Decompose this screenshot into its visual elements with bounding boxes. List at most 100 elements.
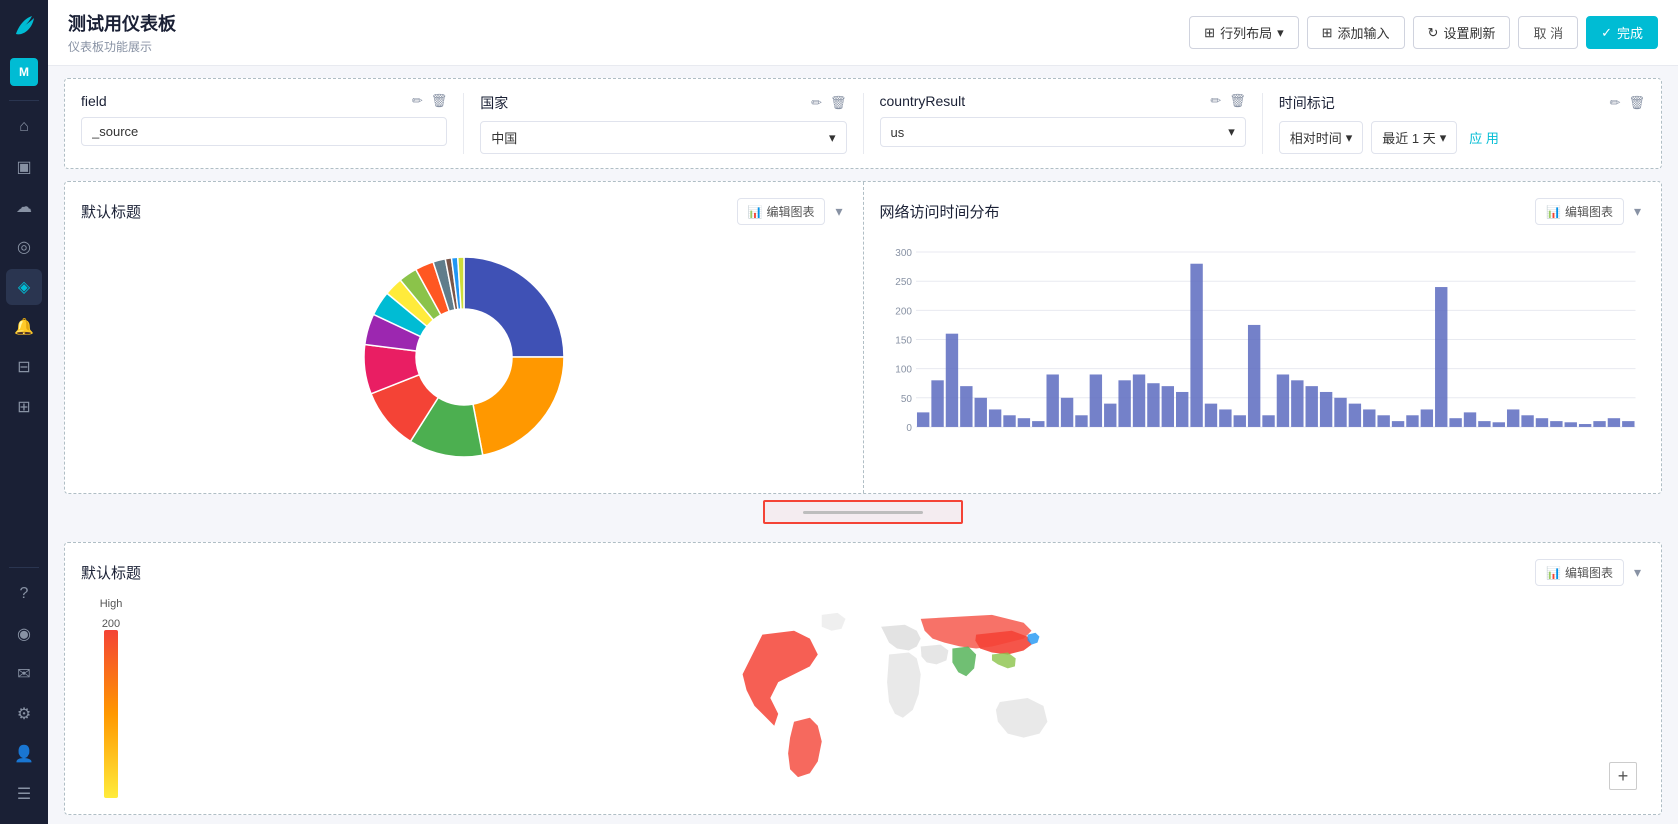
filter-field-label: field — [81, 93, 107, 109]
filter-countryresult-header: countryResult ✏ 🗑 — [880, 93, 1246, 109]
page-title: 测试用仪表板 — [68, 10, 176, 36]
filter-countryresult-value: us — [891, 125, 905, 140]
svg-text:50: 50 — [900, 394, 912, 405]
database-icon[interactable]: ⊟ — [6, 349, 42, 385]
add-input-button[interactable]: ⊞ 添加输入 — [1307, 16, 1405, 49]
settings-icon[interactable]: ⚙ — [6, 696, 42, 732]
svg-text:100: 100 — [895, 365, 912, 376]
relative-time-select[interactable]: 相对时间 ▾ — [1279, 121, 1364, 154]
search-icon[interactable]: ◎ — [6, 229, 42, 265]
set-refresh-button[interactable]: ↻ 设置刷新 — [1413, 16, 1511, 49]
chart-panel-donut: 默认标题 📊 编辑图表 ▾ — [65, 182, 863, 493]
edit-donut-chart-button[interactable]: 📊 编辑图表 — [737, 198, 826, 225]
svg-text:250: 250 — [895, 277, 912, 288]
bell-icon[interactable]: 🔔 — [6, 309, 42, 345]
person-icon[interactable]: 👤 — [6, 736, 42, 772]
map-chart: High 200 — [81, 598, 1645, 798]
donut-chart-svg — [354, 247, 574, 467]
resize-handle[interactable] — [763, 500, 963, 524]
filter-countryresult-edit-icon[interactable]: ✏ — [1210, 93, 1221, 109]
chart-bar-title: 网络访问时间分布 — [880, 201, 1000, 222]
time-filter-controls: 相对时间 ▾ 最近 1 天 ▾ 应 用 — [1279, 121, 1645, 154]
chart-donut-actions: 📊 编辑图表 ▾ — [737, 198, 847, 225]
user-avatar[interactable]: M — [10, 58, 38, 86]
edit-map-chart-button[interactable]: 📊 编辑图表 — [1535, 559, 1624, 586]
bar-chart-dropdown-icon[interactable]: ▾ — [1630, 199, 1645, 224]
filter-country-chevron-icon: ▾ — [829, 130, 836, 146]
filter-field-header: field ✏ 🗑 — [81, 93, 447, 109]
chart-map-title: 默认标题 — [81, 562, 141, 583]
layout-chevron-icon — [1277, 25, 1284, 41]
legend-high-label: High — [100, 598, 123, 610]
filter-country-edit-icon[interactable]: ✏ — [811, 95, 822, 111]
svg-text:150: 150 — [895, 336, 912, 347]
charts-row-1: 默认标题 📊 编辑图表 ▾ — [64, 181, 1662, 494]
filter-time-label: 时间标记 — [1279, 93, 1335, 113]
chat-icon[interactable]: ✉ — [6, 656, 42, 692]
header-left: 测试用仪表板 仪表板功能展示 — [68, 10, 176, 55]
divider-2 — [863, 93, 864, 154]
bulb-icon[interactable]: ◉ — [6, 616, 42, 652]
bar-chart-svg: 050100150200250300 — [880, 237, 1646, 457]
time-range-select[interactable]: 最近 1 天 ▾ — [1371, 121, 1457, 154]
add-input-icon: ⊞ — [1322, 25, 1333, 41]
content-area: field ✏ 🗑 国家 ✏ 🗑 — [48, 66, 1678, 824]
filter-countryresult: countryResult ✏ 🗑 us ▾ — [880, 93, 1246, 154]
filter-country-actions: ✏ 🗑 — [811, 95, 846, 111]
legend-value: 200 — [102, 618, 120, 630]
filter-countryresult-delete-icon[interactable]: 🗑 — [1229, 93, 1246, 109]
layout-button[interactable]: ⊞ 行列布局 — [1189, 16, 1298, 49]
filter-time-delete-icon[interactable]: 🗑 — [1628, 95, 1645, 111]
relative-time-chevron-icon: ▾ — [1346, 130, 1353, 146]
svg-text:0: 0 — [906, 423, 912, 434]
filter-field: field ✏ 🗑 — [81, 93, 447, 154]
edit-donut-chart-icon: 📊 — [748, 205, 763, 219]
donut-chart — [81, 237, 847, 477]
filter-country-header: 国家 ✏ 🗑 — [480, 93, 846, 113]
map-chart-dropdown-icon[interactable]: ▾ — [1630, 560, 1645, 585]
donut-chart-dropdown-icon[interactable]: ▾ — [831, 199, 846, 224]
map-legend: High 200 — [81, 598, 141, 798]
filter-field-actions: ✏ 🗑 — [412, 93, 447, 109]
page-subtitle: 仪表板功能展示 — [68, 38, 176, 55]
chart-map-actions: 📊 编辑图表 ▾ — [1535, 559, 1645, 586]
analytics-icon[interactable]: ◈ — [6, 269, 42, 305]
filter-countryresult-chevron-icon: ▾ — [1228, 124, 1235, 140]
filter-time-edit-icon[interactable]: ✏ — [1610, 95, 1621, 111]
filter-country-select[interactable]: 中国 ▾ — [480, 121, 846, 154]
svg-text:200: 200 — [895, 306, 912, 317]
layers-icon[interactable]: ⊞ — [6, 389, 42, 425]
filter-time: 时间标记 ✏ 🗑 相对时间 ▾ 最近 1 天 ▾ 应 用 — [1279, 93, 1645, 154]
filter-countryresult-label: countryResult — [880, 93, 966, 109]
relative-time-label: 相对时间 — [1290, 128, 1342, 147]
filter-field-delete-icon[interactable]: 🗑 — [431, 93, 448, 109]
divider-1 — [463, 93, 464, 154]
edit-bar-chart-button[interactable]: 📊 编辑图表 — [1535, 198, 1624, 225]
cancel-button[interactable]: 取 消 — [1518, 16, 1578, 49]
cloud-icon[interactable]: ☁ — [6, 189, 42, 225]
world-map-svg — [463, 603, 1323, 793]
filter-country-label: 国家 — [480, 93, 508, 113]
layout-icon: ⊞ — [1204, 25, 1215, 41]
time-range-chevron-icon: ▾ — [1440, 130, 1447, 146]
chart-bar-actions: 📊 编辑图表 ▾ — [1535, 198, 1645, 225]
filter-country-delete-icon[interactable]: 🗑 — [830, 95, 847, 111]
legend-bar — [104, 630, 118, 798]
message-icon[interactable]: ▣ — [6, 149, 42, 185]
filter-countryresult-select[interactable]: us ▾ — [880, 117, 1246, 147]
home-icon[interactable]: ⌂ — [6, 109, 42, 145]
done-button[interactable]: ✓ 完成 — [1586, 16, 1658, 49]
filter-field-edit-icon[interactable]: ✏ — [412, 93, 423, 109]
filter-row: field ✏ 🗑 国家 ✏ 🗑 — [64, 78, 1662, 169]
filter-time-actions: ✏ 🗑 — [1610, 95, 1645, 111]
edit-bar-chart-icon: 📊 — [1546, 205, 1561, 219]
time-apply-button[interactable]: 应 用 — [1465, 122, 1503, 153]
refresh-icon: ↻ — [1428, 25, 1439, 41]
menu-icon[interactable]: ☰ — [6, 776, 42, 812]
filter-field-input[interactable] — [81, 117, 447, 146]
resize-handle-row — [64, 494, 1662, 530]
filter-countryresult-actions: ✏ 🗑 — [1210, 93, 1245, 109]
map-zoom-button[interactable]: + — [1609, 762, 1637, 790]
resize-handle-inner — [803, 511, 923, 514]
question-icon[interactable]: ? — [6, 576, 42, 612]
